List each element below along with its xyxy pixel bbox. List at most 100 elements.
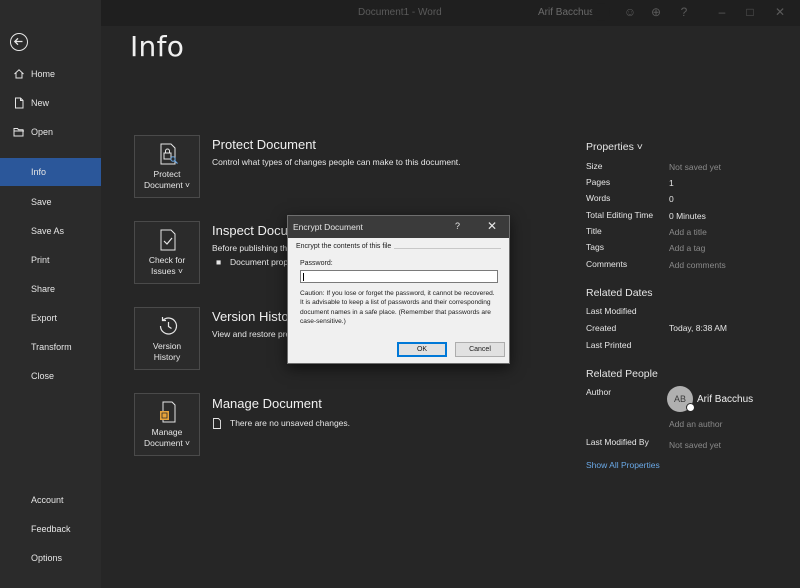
last-modified-by-label: Last Modified By [586,437,649,447]
sidebar-item-label: Account [31,495,64,505]
new-document-icon [15,97,24,109]
inspect-document-title: Inspect Document [212,223,287,238]
account-avatar[interactable] [592,3,610,21]
presence-status-icon [686,403,695,412]
caution-text: Caution: If you lose or forget the passw… [300,290,495,325]
lock-key-icon [160,143,178,165]
author-label: Author [586,387,612,397]
title-bar [101,0,800,26]
last-modified-by-value: Not saved yet [669,440,721,450]
text-caret [303,273,304,281]
protect-document-description: Control what types of changes people can… [212,157,461,167]
minimize-icon[interactable]: – [714,4,730,20]
sidebar-item-save[interactable]: Save [0,188,101,216]
property-label: Comments [586,259,628,269]
sidebar-item-save-as[interactable]: Save As [0,217,101,245]
dialog-title: Encrypt Document [293,222,363,232]
tags-field[interactable]: Add a tag [669,243,705,253]
sidebar-item-new[interactable]: New [0,89,101,117]
smiley-feedback-icon[interactable]: ☺ [622,4,638,20]
home-icon [14,69,24,79]
check-for-issues-button[interactable]: Check for Issues ˅ [134,221,200,284]
property-label: Title [586,226,602,236]
property-value: Not saved yet [669,162,721,172]
created-label: Created [586,323,617,333]
sidebar-item-transform[interactable]: Transform [0,333,101,361]
manage-document-icon [160,401,176,423]
back-arrow-icon[interactable] [10,33,28,51]
property-value: 0 Minutes [669,211,706,221]
account-name[interactable]: Arif Bacchus [538,7,594,18]
tile-label: Check for Issues ˅ [148,255,186,276]
help-icon[interactable]: ? [676,4,692,20]
created-value: Today, 8:38 AM [669,323,727,333]
sidebar-item-label: Info [31,167,47,177]
close-icon[interactable]: ✕ [487,219,497,233]
property-label: Pages [586,177,611,187]
sidebar-item-label: Export [31,313,58,323]
sidebar-item-label: Save As [31,226,65,236]
coauthoring-icon[interactable]: ⊕ [648,4,664,20]
protect-document-title: Protect Document [212,137,317,152]
sidebar-item-label: New [31,98,50,108]
sidebar-item-label: Close [31,371,55,381]
version-history-title: Version History [212,309,287,324]
document-status-icon [213,418,221,429]
password-label: Password: [300,260,333,267]
version-history-description: View and restore previous versions. [212,329,287,339]
author-name[interactable]: Arif Bacchus [697,394,753,405]
title-field[interactable]: Add a title [669,227,707,237]
show-all-properties-link[interactable]: Show All Properties [586,460,660,470]
last-printed-label: Last Printed [586,340,632,350]
related-people-heading: Related People [586,368,658,380]
close-window-icon[interactable]: ✕ [772,4,788,20]
add-author-field[interactable]: Add an author [669,419,722,429]
password-field[interactable] [300,270,498,283]
manage-document-description: There are no unsaved changes. [230,418,351,428]
protect-document-button[interactable]: Protect Document ˅ [134,135,200,198]
inspect-document-bullet: Document properties and author's name [230,257,287,267]
sidebar-item-label: Home [31,69,56,79]
property-label: Size [586,161,603,171]
sidebar-item-open[interactable]: Open [0,118,101,146]
sidebar-item-label: Share [31,284,56,294]
sidebar-item-share[interactable]: Share [0,275,101,303]
sidebar-item-export[interactable]: Export [0,304,101,332]
page-title: Info [130,30,185,63]
group-label: Encrypt the contents of this file [296,243,395,250]
sidebar-item-label: Print [31,255,50,265]
property-value: 0 [669,194,674,204]
sidebar-item-label: Feedback [31,524,71,534]
property-label: Tags [586,242,604,252]
ok-button[interactable]: OK [397,342,447,357]
cancel-button[interactable]: Cancel [455,342,505,357]
sidebar-item-label: Open [31,127,54,137]
property-label: Words [586,193,611,203]
inspect-document-description: Before publishing this file, be aware th… [212,243,287,253]
sidebar-item-home[interactable]: Home [0,60,101,88]
manage-document-title: Manage Document [212,396,322,411]
sidebar-item-info[interactable]: Info [0,158,101,186]
sidebar-item-label: Save [31,197,52,207]
sidebar-item-account[interactable]: Account [0,486,101,514]
history-clock-icon [159,317,178,335]
comments-field[interactable]: Add comments [669,260,726,270]
help-icon[interactable]: ? [455,221,460,231]
maximize-icon[interactable]: □ [742,4,758,20]
sidebar-item-close[interactable]: Close [0,362,101,390]
sidebar-item-print[interactable]: Print [0,246,101,274]
property-label: Total Editing Time [586,210,654,220]
sidebar-item-feedback[interactable]: Feedback [0,515,101,543]
document-title: Document1 - Word [358,7,442,18]
properties-heading[interactable]: Properties ˅ [586,141,643,153]
encrypt-document-dialog: Encrypt Document ? ✕ Encrypt the content… [287,215,510,364]
version-history-button[interactable]: Version History [134,307,200,370]
property-value: 1 [669,178,674,188]
manage-document-button[interactable]: Manage Document ˅ [134,393,200,456]
sidebar-item-label: Options [31,553,63,563]
dialog-title-bar[interactable]: Encrypt Document ? ✕ [288,216,509,238]
tile-label: Version History [152,341,182,362]
last-modified-label: Last Modified [586,306,637,316]
tile-label: Protect Document ˅ [143,169,191,190]
sidebar-item-options[interactable]: Options [0,544,101,572]
